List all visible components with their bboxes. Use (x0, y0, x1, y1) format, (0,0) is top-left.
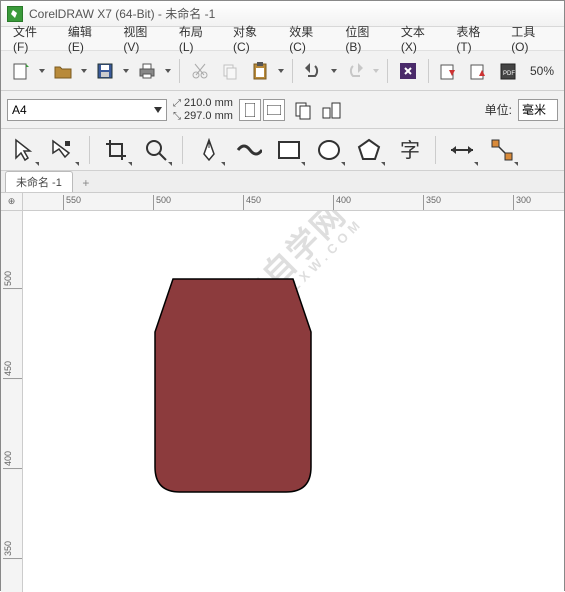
ruler-h-tick: 300 (513, 195, 531, 211)
orientation-group (239, 99, 285, 121)
open-dropdown-icon[interactable] (79, 69, 89, 73)
ruler-h-tick: 500 (153, 195, 171, 211)
menu-layout[interactable]: 布局(L) (171, 21, 225, 56)
ruler-h-tick: 350 (423, 195, 441, 211)
paste-button[interactable] (246, 57, 274, 85)
menu-view[interactable]: 视图(V) (115, 21, 171, 56)
pick-tool[interactable] (9, 136, 37, 164)
ellipse-tool[interactable] (315, 136, 343, 164)
zoom-tool[interactable] (142, 136, 170, 164)
search-content-button[interactable] (394, 57, 422, 85)
jar-shape-path (155, 279, 311, 492)
text-tool[interactable]: 字 (395, 136, 423, 164)
print-dropdown-icon[interactable] (163, 69, 173, 73)
ruler-v-tick: 350 (3, 541, 23, 559)
chevron-down-icon (154, 107, 162, 113)
export-button[interactable] (465, 57, 493, 85)
add-tab-button[interactable]: + (77, 174, 95, 192)
ruler-v-tick: 450 (3, 361, 23, 379)
page-size-value: A4 (12, 103, 27, 117)
page-height[interactable]: 297.0 mm (184, 110, 233, 122)
ruler-h-tick: 400 (333, 195, 351, 211)
polygon-tool[interactable] (355, 136, 383, 164)
save-dropdown-icon[interactable] (121, 69, 131, 73)
new-button[interactable] (7, 57, 35, 85)
toolbox-separator (182, 136, 183, 164)
print-button[interactable] (133, 57, 161, 85)
ruler-v-tick: 400 (3, 451, 23, 469)
menu-bar: 文件(F) 编辑(E) 视图(V) 布局(L) 对象(C) 效果(C) 位图(B… (1, 27, 564, 51)
unit-select[interactable]: 毫米 (518, 99, 558, 121)
toolbar-separator (428, 59, 429, 83)
menu-effects[interactable]: 效果(C) (281, 21, 337, 56)
undo-button[interactable] (299, 57, 327, 85)
ruler-origin-icon[interactable]: ⊕ (1, 193, 23, 211)
dimension-tool[interactable] (448, 136, 476, 164)
toolbar-separator (292, 59, 293, 83)
svg-text:字: 字 (400, 139, 420, 162)
menu-tools[interactable]: 工具(O) (503, 21, 560, 56)
menu-bitmap[interactable]: 位图(B) (337, 21, 393, 56)
menu-file[interactable]: 文件(F) (5, 21, 60, 56)
toolbox-row: 字 (1, 129, 564, 171)
paste-dropdown-icon[interactable] (276, 69, 286, 73)
toolbox-separator (89, 136, 90, 164)
ruler-v-tick: 500 (3, 271, 23, 289)
height-icon: ⤡ (173, 111, 181, 122)
crop-tool[interactable] (102, 136, 130, 164)
page-dimensions: ⤢210.0 mm ⤡297.0 mm (173, 97, 233, 122)
page-size-select[interactable]: A4 (7, 99, 167, 121)
vertical-ruler[interactable]: 500 450 400 350 (1, 211, 23, 592)
menu-object[interactable]: 对象(C) (225, 21, 281, 56)
undo-dropdown-icon[interactable] (329, 69, 339, 73)
menu-text[interactable]: 文本(X) (393, 21, 449, 56)
unit-value: 毫米 (522, 101, 546, 118)
redo-button[interactable] (341, 57, 369, 85)
publish-pdf-button[interactable]: PDF (495, 57, 523, 85)
zoom-level[interactable]: 50% (526, 64, 558, 78)
cut-button[interactable] (186, 57, 214, 85)
import-button[interactable] (435, 57, 463, 85)
shape-tool[interactable] (49, 136, 77, 164)
horizontal-ruler[interactable]: 550 500 450 400 350 300 (23, 193, 564, 211)
save-button[interactable] (91, 57, 119, 85)
menu-edit[interactable]: 编辑(E) (60, 21, 116, 56)
page-scope-group (291, 97, 345, 123)
workspace: ⊕ 550 500 450 400 350 300 500 450 400 35… (1, 193, 564, 592)
portrait-button[interactable] (239, 99, 261, 121)
menu-table[interactable]: 表格(T) (448, 21, 503, 56)
width-icon: ⤢ (173, 98, 181, 109)
redo-dropdown-icon[interactable] (371, 69, 381, 73)
ruler-h-tick: 550 (63, 195, 81, 211)
app-logo-icon (7, 6, 23, 22)
window-title: CorelDRAW X7 (64-Bit) - 未命名 -1 (29, 5, 215, 22)
connector-tool[interactable] (488, 136, 516, 164)
document-tab[interactable]: 未命名 -1 (5, 171, 73, 192)
standard-toolbar: PDF 50% (1, 51, 564, 91)
landscape-button[interactable] (263, 99, 285, 121)
open-button[interactable] (49, 57, 77, 85)
copy-button[interactable] (216, 57, 244, 85)
document-tabs: 未命名 -1 + (1, 171, 564, 193)
drawn-shape[interactable] (153, 277, 313, 497)
rectangle-tool[interactable] (275, 136, 303, 164)
toolbox-separator (435, 136, 436, 164)
ruler-h-tick: 450 (243, 195, 261, 211)
canvas[interactable]: 软件自学网 WWW.RJZXW.COM (23, 211, 564, 592)
all-pages-button[interactable] (291, 97, 317, 123)
svg-text:PDF: PDF (503, 71, 515, 77)
property-bar: A4 ⤢210.0 mm ⤡297.0 mm 单位: 毫米 (1, 91, 564, 129)
toolbar-separator (387, 59, 388, 83)
new-dropdown-icon[interactable] (37, 69, 47, 73)
toolbar-separator (179, 59, 180, 83)
unit-label: 单位: (485, 101, 512, 118)
artistic-media-tool[interactable] (235, 136, 263, 164)
page-width[interactable]: 210.0 mm (184, 97, 233, 109)
freehand-tool[interactable] (195, 136, 223, 164)
current-page-button[interactable] (319, 97, 345, 123)
